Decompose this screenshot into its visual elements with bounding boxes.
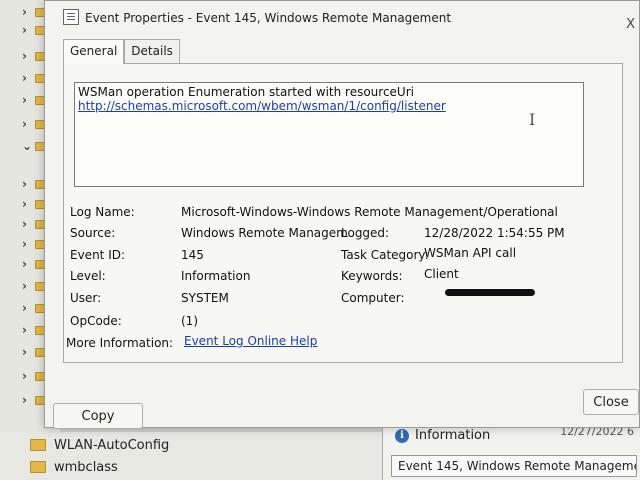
- event-id-value: 145: [181, 248, 204, 262]
- chevron-right-icon[interactable]: ›: [22, 6, 30, 18]
- more-information-label: More Information:: [66, 336, 174, 350]
- tree-item-label: wmbclass: [54, 459, 118, 475]
- task-category-label: Task Category:: [341, 248, 429, 262]
- chevron-right-icon[interactable]: ›: [22, 394, 30, 406]
- level-value: Information: [181, 269, 251, 283]
- chevron-right-icon[interactable]: ›: [22, 280, 30, 292]
- event-properties-dialog: Event Properties - Event 145, Windows Re…: [44, 0, 640, 429]
- chevron-right-icon[interactable]: ›: [22, 238, 30, 250]
- task-category-value: WSMan API call: [424, 246, 517, 260]
- chevron-right-icon[interactable]: ›: [22, 118, 30, 130]
- chevron-right-icon[interactable]: ›: [22, 258, 30, 270]
- source-value: Windows Remote Managem: [181, 226, 348, 240]
- logged-value: 12/28/2022 1:54:55 PM: [424, 226, 565, 240]
- chevron-right-icon[interactable]: ›: [22, 346, 30, 358]
- chevron-right-icon[interactable]: ›: [22, 198, 30, 210]
- chevron-right-icon[interactable]: ›: [22, 302, 30, 314]
- chevron-right-icon[interactable]: ›: [22, 24, 30, 36]
- event-list-row[interactable]: i Information: [395, 428, 490, 443]
- chevron-right-icon[interactable]: ›: [22, 72, 30, 84]
- tree-item-label: WLAN-AutoConfig: [54, 437, 170, 453]
- tab-strip: General Details: [63, 39, 180, 64]
- level-label: Level:: [70, 269, 106, 283]
- close-button[interactable]: Close: [583, 389, 639, 415]
- close-icon[interactable]: X: [626, 17, 635, 32]
- chevron-right-icon[interactable]: ›: [22, 178, 30, 190]
- opcode-value: (1): [181, 314, 198, 328]
- information-icon: i: [395, 428, 409, 443]
- event-id-label: Event ID:: [70, 248, 126, 262]
- chevron-right-icon[interactable]: ›: [22, 94, 30, 106]
- tab-general[interactable]: General: [63, 39, 125, 64]
- source-label: Source:: [70, 226, 116, 240]
- event-list-title: Event 145, Windows Remote Management: [391, 455, 637, 477]
- event-level: Information: [415, 428, 491, 443]
- log-name-label: Log Name:: [70, 205, 135, 219]
- logged-label: Logged:: [341, 226, 390, 240]
- keywords-label: Keywords:: [341, 269, 403, 283]
- folder-icon: [30, 461, 46, 473]
- event-log-online-help-link[interactable]: Event Log Online Help: [184, 334, 317, 348]
- log-name-value: Microsoft-Windows-Windows Remote Managem…: [181, 205, 558, 219]
- tree-item-wmbclass[interactable]: wmbclass: [30, 458, 118, 476]
- tab-details[interactable]: Details: [124, 39, 180, 63]
- opcode-label: OpCode:: [70, 314, 122, 328]
- chevron-down-icon[interactable]: ⌄: [22, 140, 32, 152]
- computer-label: Computer:: [341, 291, 405, 305]
- keywords-value: Client: [424, 267, 459, 281]
- user-value: SYSTEM: [181, 291, 229, 305]
- chevron-right-icon[interactable]: ›: [22, 370, 30, 382]
- computer-value-redacted: [445, 289, 535, 296]
- title-bar[interactable]: Event Properties - Event 145, Windows Re…: [45, 1, 639, 35]
- chevron-right-icon[interactable]: ›: [22, 218, 30, 230]
- tree-item-wlan[interactable]: WLAN-AutoConfig: [30, 436, 169, 454]
- chevron-right-icon[interactable]: ›: [22, 324, 30, 336]
- folder-icon: [30, 439, 46, 451]
- user-label: User:: [70, 291, 102, 305]
- resource-uri-link[interactable]: http://schemas.microsoft.com/wbem/wsman/…: [78, 99, 580, 113]
- screen: › › › › › › ⌄ › › › › › › › › › › › WLAN…: [0, 0, 640, 480]
- background-event-list: i Information 12/27/2022 6 Event 145, Wi…: [382, 425, 640, 480]
- description-text: WSMan operation Enumeration started with…: [78, 85, 414, 99]
- text-cursor-icon: I: [529, 110, 536, 129]
- event-viewer-icon: [63, 9, 79, 25]
- chevron-right-icon[interactable]: ›: [22, 50, 30, 62]
- window-title: Event Properties - Event 145, Windows Re…: [85, 11, 452, 25]
- description-box[interactable]: WSMan operation Enumeration started with…: [74, 82, 584, 187]
- copy-button[interactable]: Copy: [53, 403, 143, 429]
- general-panel: WSMan operation Enumeration started with…: [63, 63, 623, 363]
